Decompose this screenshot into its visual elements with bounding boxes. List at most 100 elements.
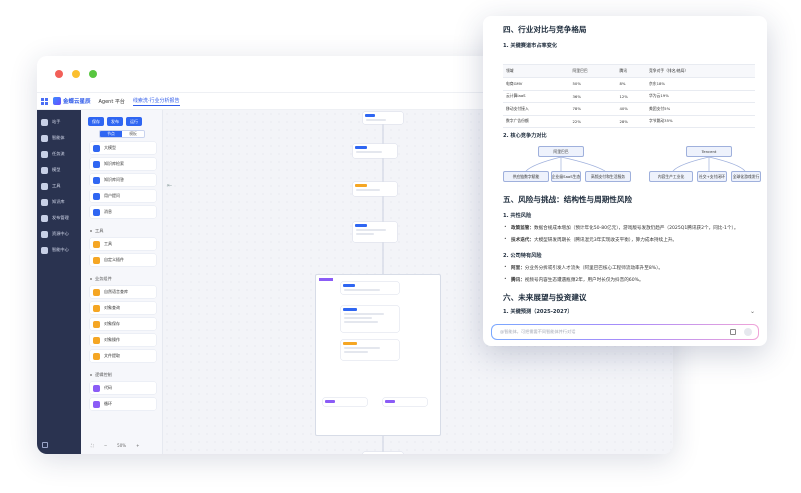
group-title-business[interactable]: 业务组件 <box>90 276 112 282</box>
component-label: 工具 <box>104 241 112 246</box>
flow-icon <box>41 150 48 158</box>
risk-title: 政策监管： <box>511 226 534 231</box>
node-header <box>355 184 367 187</box>
chevron-down-icon[interactable]: ⌄ <box>750 308 755 315</box>
loop-icon <box>93 400 100 408</box>
publish-button[interactable]: 发布 <box>107 117 123 126</box>
flow-node[interactable] <box>341 306 399 332</box>
risk-title: 腾讯： <box>511 278 525 283</box>
nav-item-2[interactable]: 任务流 <box>37 148 81 160</box>
book-icon <box>41 198 48 206</box>
run-button[interactable]: 运行 <box>126 117 142 126</box>
component-label: 大模型 <box>104 145 116 150</box>
nav-item-4[interactable]: 工具 <box>37 180 81 192</box>
platform-selector[interactable]: Agent 平台 <box>99 98 125 105</box>
node-line <box>356 229 386 231</box>
resource-icon <box>41 230 48 238</box>
file-extract-icon <box>93 352 100 360</box>
apps-grid-icon[interactable] <box>41 97 48 105</box>
nav-item-0[interactable]: 站手 <box>37 116 81 128</box>
publish-icon <box>41 214 48 222</box>
brand-logo: 金蝶云星辰 <box>53 97 91 105</box>
component-item[interactable]: 自定义插件 <box>90 254 156 266</box>
risk-item: 政策监管：数据合规成本增加（预计年化50-80亿元），游戏版号发放仍趋严（202… <box>504 225 739 231</box>
group-title-tools[interactable]: 工具 <box>90 228 103 234</box>
nav-item-3[interactable]: 模型 <box>37 164 81 176</box>
send-button[interactable] <box>744 328 752 336</box>
flow-node[interactable] <box>341 282 399 294</box>
component-item[interactable]: 知识库检索 <box>90 158 156 170</box>
node-header <box>343 284 355 287</box>
brain-icon <box>41 246 48 254</box>
node-header <box>365 114 375 117</box>
component-item[interactable]: 消息 <box>90 206 156 218</box>
maximize-window-button[interactable] <box>89 70 97 78</box>
flow-node[interactable] <box>341 340 399 360</box>
flow-node[interactable] <box>363 112 403 124</box>
node-line <box>344 347 380 349</box>
zoom-level: 50% <box>117 443 127 448</box>
zoom-controls: ⛶ − 50% + <box>91 443 139 448</box>
component-item[interactable]: 循环 <box>90 398 156 410</box>
component-item[interactable]: 对象保存 <box>90 318 156 330</box>
risk-text: 视频号内容生态遭遇瓶颈2年，用户时长仅为抖音的60%。 <box>524 278 644 283</box>
node-header <box>325 400 335 403</box>
risk-text: 数据合规成本增加（预计年化50-80亿元），游戏版号发放仍趋严（2025Q1腾讯… <box>533 226 739 231</box>
tab-templates[interactable]: 模板 <box>122 131 144 137</box>
risk-title: 阿里： <box>511 266 525 271</box>
component-item[interactable]: 对象操作 <box>90 334 156 346</box>
nav-item-6[interactable]: 发布管理 <box>37 212 81 224</box>
mindmap-root-alibaba: 阿里巴巴 <box>538 146 584 157</box>
tab-nodes[interactable]: 节点 <box>100 131 122 137</box>
group-title-logic[interactable]: 逻辑控制 <box>90 372 112 378</box>
component-item[interactable]: 知识库问答 <box>90 174 156 186</box>
component-item[interactable]: 用户提问 <box>90 190 156 202</box>
node-line <box>344 313 384 315</box>
component-label: 自然语言查库 <box>104 289 128 294</box>
flow-node[interactable] <box>363 452 403 454</box>
nav-item-5[interactable]: 知识库 <box>37 196 81 208</box>
flow-node[interactable] <box>353 182 397 196</box>
nav-label: 模型 <box>52 167 61 172</box>
flow-node[interactable] <box>353 222 397 242</box>
flow-node[interactable] <box>323 398 367 406</box>
flow-node[interactable] <box>383 398 427 406</box>
zoom-out-icon[interactable]: − <box>104 443 107 448</box>
mindmap-connectors <box>525 156 746 172</box>
minimize-window-button[interactable] <box>72 70 80 78</box>
component-item[interactable]: 工具 <box>90 238 156 250</box>
close-window-button[interactable] <box>55 70 63 78</box>
component-item[interactable]: 代码 <box>90 382 156 394</box>
nav-item-7[interactable]: 资源中心 <box>37 228 81 240</box>
component-label: 循环 <box>104 401 112 406</box>
model-icon <box>41 166 48 174</box>
panel-actions: 保存 发布 运行 <box>88 117 142 126</box>
component-item[interactable]: 文件提取 <box>90 350 156 362</box>
component-item[interactable]: 对象查询 <box>90 302 156 314</box>
node-line <box>344 351 368 353</box>
save-button[interactable]: 保存 <box>88 117 104 126</box>
attach-file-icon[interactable] <box>730 329 736 335</box>
node-line <box>344 289 380 291</box>
nav-label: 智能体 <box>52 135 65 140</box>
report-window: 四、行业对比与竞争格局 1. 关键赛道市占率变化 领域 阿里巴巴 腾讯 竞争对手… <box>483 16 767 346</box>
risk-item: 腾讯：视频号内容生态遭遇瓶颈2年，用户时长仅为抖音的60%。 <box>504 277 644 283</box>
nav-item-1[interactable]: 智能体 <box>37 132 81 144</box>
component-label: 对象保存 <box>104 321 120 326</box>
object-operate-icon <box>93 336 100 344</box>
chat-input[interactable]: @智能体，可把需要不同智能体并行对话 <box>491 324 759 340</box>
component-label: 用户提问 <box>104 193 120 198</box>
object-query-icon <box>93 304 100 312</box>
knowledge-search-icon <box>93 160 100 168</box>
tab-report[interactable]: 线索洗·行业分析报告 <box>132 97 180 106</box>
flow-node[interactable] <box>353 144 397 158</box>
zoom-in-icon[interactable]: + <box>136 443 139 448</box>
nav-label: 发布管理 <box>52 215 69 220</box>
node-header <box>343 342 357 345</box>
component-item[interactable]: 大模型 <box>90 142 156 154</box>
risk-text: 大模型研发周期长（腾讯混元3年实现收支平衡），算力成本持续上升。 <box>533 238 678 243</box>
nav-item-8[interactable]: 智能中心 <box>37 244 81 256</box>
collapse-sidebar-icon[interactable] <box>42 442 48 448</box>
component-item[interactable]: 自然语言查库 <box>90 286 156 298</box>
fit-view-icon[interactable]: ⛶ <box>91 443 94 448</box>
